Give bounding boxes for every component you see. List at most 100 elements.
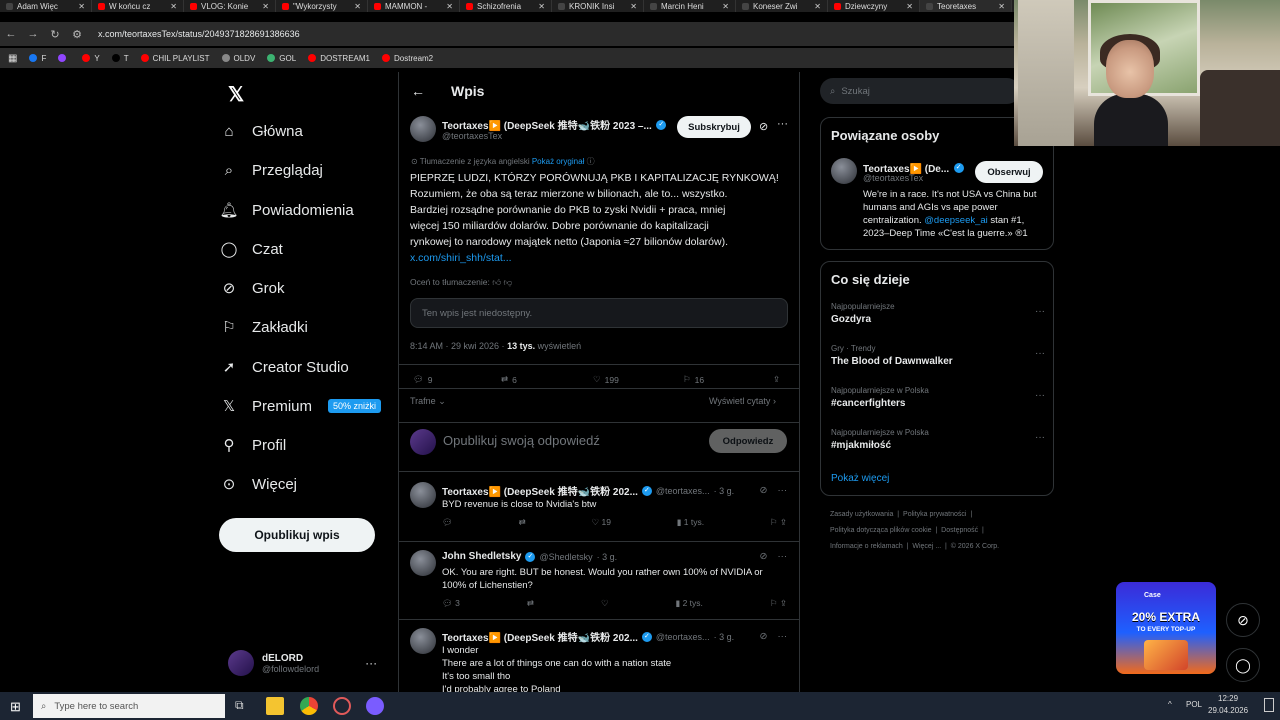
reply-handle[interactable]: @Shedletsky [539, 552, 592, 562]
views-icon[interactable]: ▮ 1 tys. [677, 517, 704, 528]
thumbs-up-icon[interactable]: 👍︎ [492, 277, 501, 287]
reply-item[interactable]: John Shedletsky ✓ @Shedletsky · 3 g. ⊘ ··· OK.… [399, 542, 799, 620]
heart-icon[interactable]: ♡ 19 [591, 517, 610, 528]
avatar[interactable] [410, 628, 436, 654]
browser-tab[interactable]: W końcu cz ✕ [92, 0, 184, 12]
nav-item-profil[interactable]: ⚲ Profil [220, 430, 287, 460]
nav-item-powiadomienia[interactable]: 🔔︎ Powiadomienia [219, 195, 353, 225]
grok-float-button[interactable]: ⊘ [1226, 603, 1260, 637]
trend-item[interactable]: Najpopularniejsze Gozdyra ··· [831, 302, 1045, 325]
forward-icon[interactable]: → [22, 28, 44, 40]
language-indicator[interactable]: POL [1186, 700, 1202, 709]
avatar[interactable] [410, 550, 436, 576]
close-tab-icon[interactable]: ✕ [354, 2, 361, 11]
mention-link[interactable]: @deepseek_ai [924, 215, 988, 226]
reply-item[interactable]: Teortaxes▶️ (DeepSeek 推特🐋铁粉 202... ✓ @teor… [399, 474, 799, 542]
search-input[interactable]: ⌕ Szukaj [820, 78, 1020, 104]
body-link[interactable]: x.com/shiri_shh/stat... [410, 250, 794, 266]
more-options-icon[interactable]: ··· [1035, 432, 1045, 443]
clock-time[interactable]: 12:29 [1218, 694, 1238, 703]
reply-time[interactable]: · 3 g. [714, 486, 735, 496]
browser-tab[interactable]: VLOG: Konie ✕ [184, 0, 276, 12]
more-options-icon[interactable]: ··· [1035, 390, 1045, 401]
apps-icon[interactable]: ▦ [8, 53, 17, 64]
bookmark-item[interactable]: CHIL PLAYLIST [140, 54, 210, 63]
related-handle[interactable]: @teortaxesTex [863, 173, 923, 183]
author-avatar[interactable] [410, 116, 436, 142]
nav-item-czat[interactable]: ◯ Czat [220, 234, 283, 264]
browser-tab[interactable]: Dziewczyny ✕ [828, 0, 920, 12]
avatar[interactable] [410, 482, 436, 508]
close-tab-icon[interactable]: ✕ [538, 2, 545, 11]
nav-item-główna[interactable]: ⌂ Główna [220, 116, 302, 146]
more-options-icon[interactable]: ··· [777, 118, 788, 130]
close-tab-icon[interactable]: ✕ [906, 2, 913, 11]
file-explorer-icon[interactable] [266, 697, 284, 715]
bookmark-action[interactable]: ⚐ 16 [683, 374, 704, 385]
reply-item[interactable]: Teortaxes▶️ (DeepSeek 推特🐋铁粉 202... ✓ @teor… [399, 620, 799, 692]
trend-item[interactable]: Najpopularniejsze w Polska #mjakmiłość ··· [831, 428, 1045, 451]
trend-item[interactable]: Gry · Trendy The Blood of Dawnwalker ··· [831, 344, 1045, 367]
grok-icon[interactable]: ⊘ [760, 631, 768, 642]
nav-item-przeglądaj[interactable]: ⌕ Przeglądaj [220, 155, 323, 185]
browser-tab[interactable]: Schizofrenia ✕ [460, 0, 552, 12]
show-more-link[interactable]: Pokaż więcej [831, 473, 889, 484]
grok-icon[interactable]: ⊘ [759, 120, 768, 133]
footer-link[interactable]: Polityka dotycząca plików cookie [830, 527, 932, 534]
bookmark-item[interactable]: Y [82, 54, 100, 63]
reply-action[interactable]: 💬︎ 9 [413, 374, 433, 385]
publish-post-button[interactable]: Opublikuj wpis [219, 518, 375, 552]
bookmark-item[interactable]: DOSTREAM1 [308, 54, 370, 63]
reply-button[interactable]: Odpowiedz [709, 429, 787, 453]
heart-icon[interactable]: ♡ [601, 598, 609, 609]
nav-item-zakładki[interactable]: ⚐ Zakładki [220, 312, 308, 342]
like-action[interactable]: ♡ 199 [593, 374, 619, 385]
browser-tab[interactable]: Marcin Heni ✕ [644, 0, 736, 12]
close-tab-icon[interactable]: ✕ [814, 2, 821, 11]
subscribe-button[interactable]: Subskrybuj [677, 116, 751, 138]
taskbar-search[interactable]: ⌕ Type here to search [33, 694, 225, 718]
reply-handle[interactable]: @teortaxes... [656, 486, 710, 496]
nav-item-creator-studio[interactable]: ➚ Creator Studio [220, 352, 349, 382]
reply-input[interactable]: Opublikuj swoją odpowiedź [443, 433, 600, 448]
repost-action[interactable]: ⇄ 6 [501, 374, 517, 385]
bookmark-item[interactable]: Dostream2 [382, 54, 433, 63]
reply-author[interactable]: Teortaxes▶️ (DeepSeek 推特🐋铁粉 202... [442, 629, 638, 644]
close-tab-icon[interactable]: ✕ [446, 2, 453, 11]
reply-author[interactable]: John Shedletsky [442, 551, 521, 562]
share-action[interactable]: ⇪ [773, 374, 780, 385]
avatar[interactable] [831, 158, 857, 184]
repost-icon[interactable]: ⇄ [519, 517, 526, 528]
site-info-icon[interactable]: ⚙ [66, 28, 88, 41]
views-icon[interactable]: ▮ 2 tys. [676, 598, 703, 609]
timestamp[interactable]: 8:14 AM · 29 kwi 2026 · [410, 341, 505, 351]
discord-icon[interactable] [366, 697, 384, 715]
url-field[interactable]: x.com/teortaxesTex/status/20493718286913… [98, 29, 300, 39]
more-options-icon[interactable]: ··· [778, 485, 788, 496]
task-view-icon[interactable]: ⧉ [235, 698, 244, 713]
close-tab-icon[interactable]: ✕ [998, 2, 1005, 11]
reply-author[interactable]: Teortaxes▶️ (DeepSeek 推特🐋铁粉 202... [442, 483, 638, 498]
nav-item-więcej[interactable]: ⊙ Więcej [220, 469, 297, 499]
more-options-icon[interactable]: ··· [778, 631, 788, 642]
bookmark-item[interactable]: T [111, 54, 129, 63]
repost-icon[interactable]: ⇄ [527, 598, 534, 609]
sort-dropdown[interactable]: Trafne ⌄ [410, 396, 446, 407]
notifications-icon[interactable] [1264, 698, 1274, 712]
close-tab-icon[interactable]: ✕ [722, 2, 729, 11]
footer-link[interactable]: Informacje o reklamach [830, 543, 903, 550]
reply-icon[interactable]: 💬︎ 3 [442, 598, 460, 609]
footer-link[interactable]: Polityka prywatności [903, 511, 966, 518]
grok-icon[interactable]: ⊘ [760, 485, 768, 496]
messages-float-button[interactable]: ◯ [1226, 648, 1260, 682]
clock-date[interactable]: 29.04.2026 [1208, 706, 1248, 715]
ad-banner[interactable]: Case 20% EXTRA TO EVERY TOP-UP [1116, 582, 1216, 674]
back-icon[interactable]: ← [0, 28, 22, 40]
grok-icon[interactable]: ⊘ [760, 551, 768, 562]
account-switcher[interactable]: dELORD @followdelord ··· [228, 648, 388, 678]
show-quotes-link[interactable]: Wyświetl cytaty › [709, 396, 776, 406]
more-options-icon[interactable]: ··· [1035, 306, 1045, 317]
close-tab-icon[interactable]: ✕ [78, 2, 85, 11]
author-handle[interactable]: @teortaxesTex [442, 131, 502, 141]
bookmark-item[interactable]: GOL [267, 54, 296, 63]
